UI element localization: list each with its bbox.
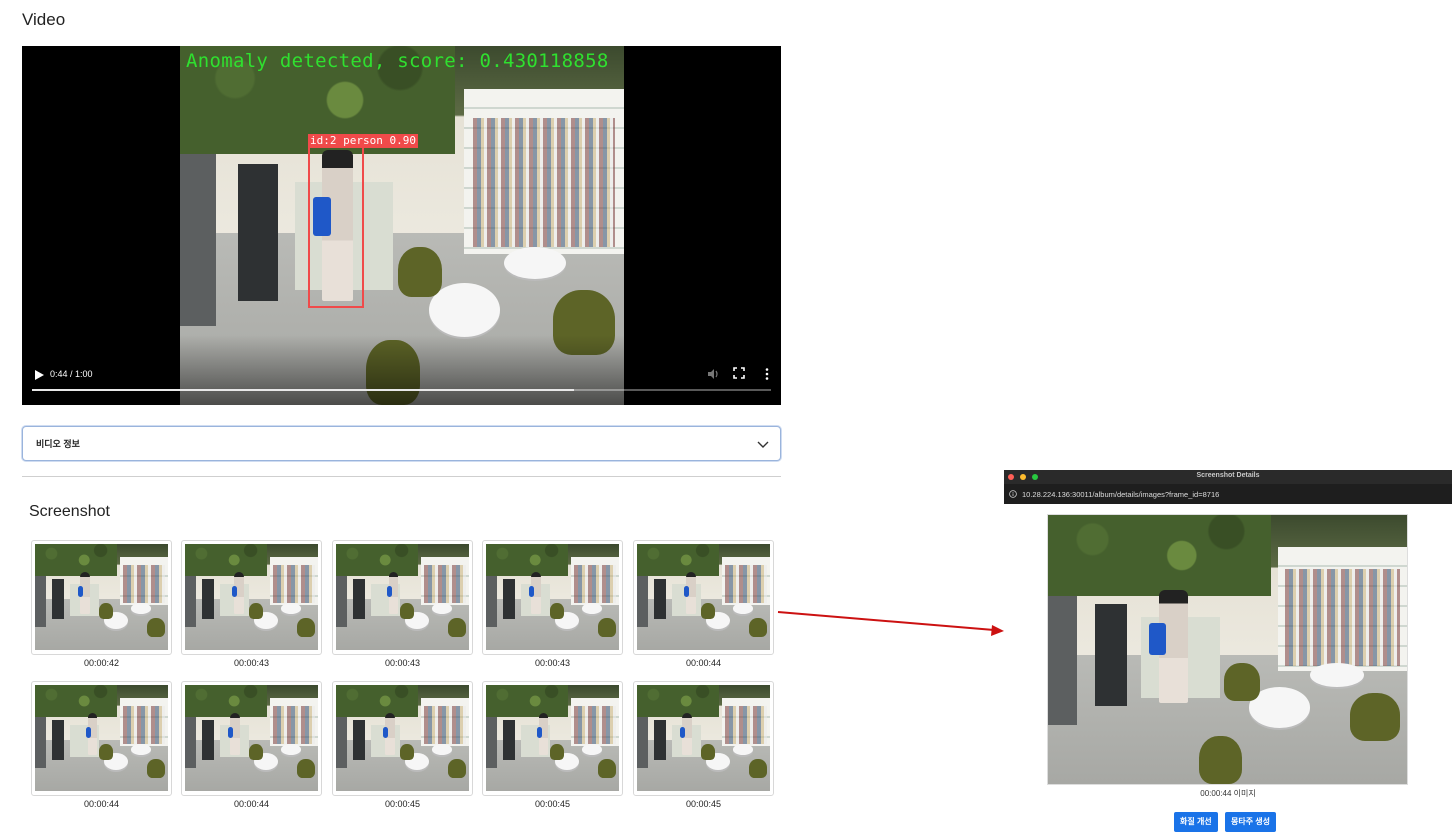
thumbnail-image (35, 544, 168, 650)
thumbnail-image (185, 685, 318, 791)
enhance-quality-button[interactable]: 화질 개선 (1174, 812, 1218, 832)
video-progress-fill (32, 389, 574, 391)
thumbnail-image (486, 685, 619, 791)
screenshot-heading: Screenshot (29, 503, 110, 520)
anomaly-score-overlay: Anomaly detected, score: 0.430118858 (186, 50, 609, 72)
screenshot-thumbnail[interactable] (633, 681, 774, 796)
thumbnail-image (336, 685, 469, 791)
thumbnail-timestamp: 00:00:44 (233, 799, 270, 809)
screenshot-thumbnail[interactable] (633, 540, 774, 655)
thumbnail-image (637, 685, 770, 791)
video-progress-bar[interactable] (32, 389, 771, 391)
page-url: 10.28.224.136:30011/album/details/images… (1022, 490, 1220, 499)
create-montage-button[interactable]: 몽타주 생성 (1225, 812, 1277, 832)
thumbnail-timestamp: 00:00:44 (83, 799, 120, 809)
arrow-annotation (777, 611, 1004, 636)
window-titlebar: Screenshot Details (1004, 470, 1452, 484)
controls-backdrop (22, 335, 781, 405)
thumbnail-image (486, 544, 619, 650)
section-divider (22, 476, 781, 477)
screenshot-thumbnail[interactable] (181, 540, 322, 655)
screenshot-detail-image (1047, 514, 1408, 785)
thumbnail-timestamp: 00:00:43 (384, 658, 421, 668)
fullscreen-icon[interactable] (733, 367, 745, 379)
chevron-down-icon (757, 441, 769, 448)
info-icon (1009, 490, 1017, 498)
video-info-accordion[interactable]: 비디오 정보 (22, 426, 781, 461)
screenshot-thumbnail[interactable] (31, 540, 172, 655)
play-icon[interactable] (32, 368, 46, 382)
screenshot-details-window: Screenshot Details 10.28.224.136:30011/a… (1004, 470, 1452, 840)
screenshot-thumbnail[interactable] (482, 681, 623, 796)
screenshot-thumbnail[interactable] (482, 540, 623, 655)
video-info-label: 비디오 정보 (36, 439, 80, 449)
screenshot-thumbnail[interactable] (31, 681, 172, 796)
video-player[interactable]: id:2 person 0.90 Anomaly detected, score… (22, 46, 781, 405)
thumbnail-timestamp: 00:00:45 (534, 799, 571, 809)
thumbnail-image (637, 544, 770, 650)
screenshot-thumbnail[interactable] (181, 681, 322, 796)
more-options-icon[interactable] (762, 367, 772, 381)
thumbnail-timestamp: 00:00:45 (685, 799, 722, 809)
detail-caption: 00:00:44 이미지 (1200, 789, 1256, 798)
window-title: Screenshot Details (1196, 472, 1260, 479)
detection-label: id:2 person 0.90 (308, 134, 418, 148)
screenshot-thumbnail[interactable] (332, 681, 473, 796)
thumbnail-timestamp: 00:00:45 (384, 799, 421, 809)
thumbnail-timestamp: 00:00:43 (534, 658, 571, 668)
thumbnail-image (336, 544, 469, 650)
video-time: 0:44 / 1:00 (50, 369, 93, 379)
thumbnail-image (35, 685, 168, 791)
thumbnail-timestamp: 00:00:42 (83, 658, 120, 668)
address-bar[interactable]: 10.28.224.136:30011/album/details/images… (1004, 484, 1452, 504)
screenshot-thumbnail[interactable] (332, 540, 473, 655)
volume-icon[interactable] (706, 367, 720, 381)
thumbnail-timestamp: 00:00:44 (685, 658, 722, 668)
detection-bounding-box (308, 146, 364, 308)
thumbnail-timestamp: 00:00:43 (233, 658, 270, 668)
video-heading: Video (22, 10, 66, 29)
thumbnail-image (185, 544, 318, 650)
